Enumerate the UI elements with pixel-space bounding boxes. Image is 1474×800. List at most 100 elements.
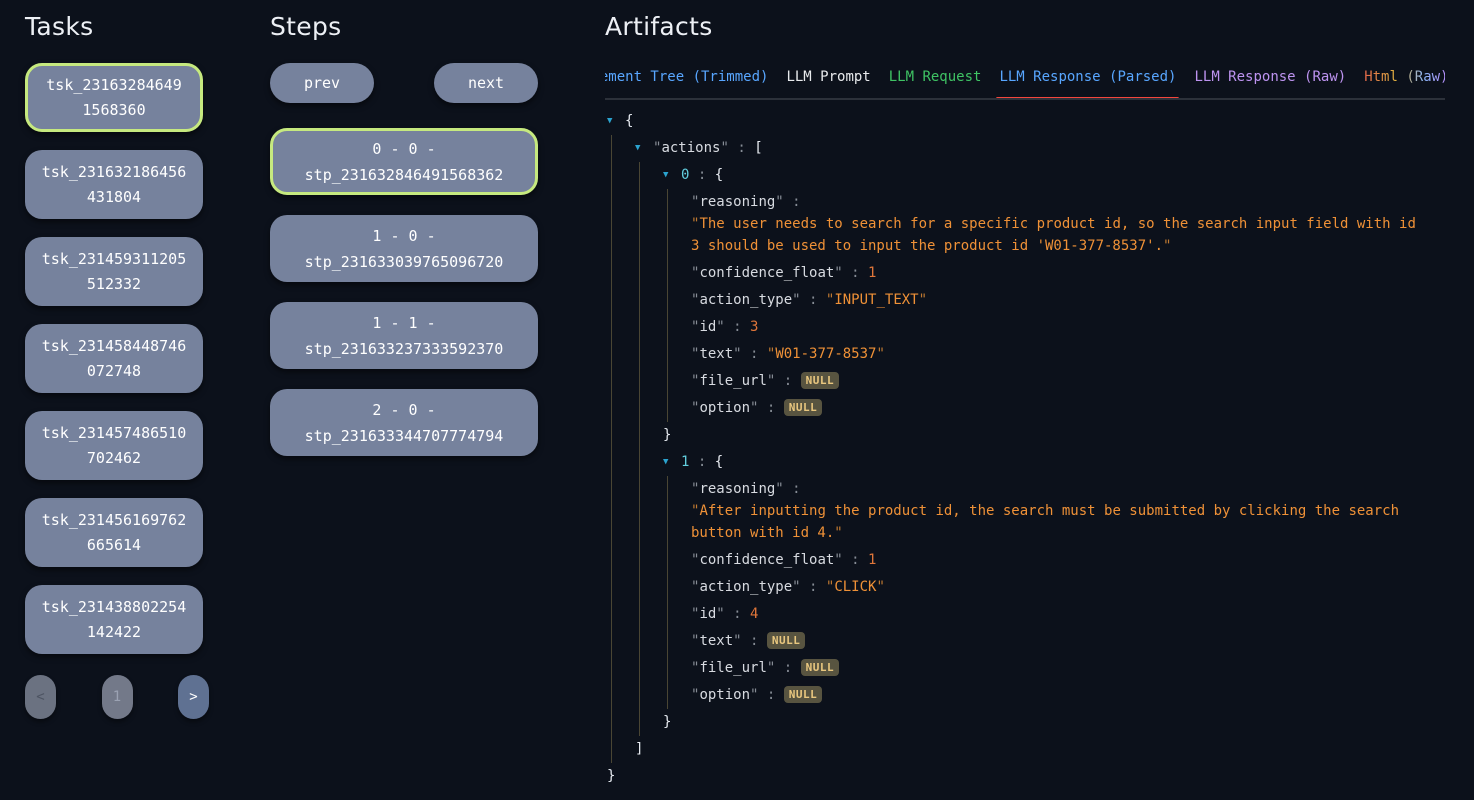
json-row: action_type : CLICK [691,574,1445,601]
json-row: } [607,763,1445,790]
tab-llm-response-raw[interactable]: LLM Response (Raw) [1194,67,1346,87]
json-colon: : [758,400,783,416]
collapse-arrow-icon[interactable]: ▼ [635,135,653,162]
task-button-label: tsk_231632846491568360 [44,73,184,123]
json-colon: : [742,346,767,362]
collapse-arrow-icon[interactable]: ▼ [607,108,625,135]
json-key: actions [653,140,729,156]
json-colon: : [843,552,868,568]
pagination-prev-button[interactable]: < [25,675,56,719]
json-key: text [691,633,742,649]
json-row: option : NULL [691,682,1445,709]
task-button-label: tsk_231438802254142422 [41,595,187,645]
tab-llm-request[interactable]: LLM Request [889,67,982,87]
task-button-label: tsk_231457486510702462 [41,421,187,471]
step-nav: prev next [270,63,538,103]
json-node: ▼1 : {reasoning : After inputting the pr… [663,449,1445,736]
step-button[interactable]: 0 - 0 - stp_231632846491568362 [270,128,538,195]
json-row: ▼1 : { [663,449,1445,476]
tab-llm-prompt[interactable]: LLM Prompt [786,67,870,87]
json-row: ▼actions : [ [635,135,1445,162]
json-colon: : [775,373,800,389]
next-button[interactable]: next [434,63,538,103]
pagination-next-button[interactable]: > [178,675,209,719]
json-colon: : [758,687,783,703]
json-string-value: CLICK [826,579,885,595]
step-button-label: 2 - 0 - stp_231633344707774794 [290,397,518,449]
prev-button[interactable]: prev [270,63,374,103]
json-node: ▼0 : {reasoning : The user needs to sear… [663,162,1445,449]
json-bracket: { [715,167,723,183]
json-colon: : [775,660,800,676]
json-row: } [663,709,1445,736]
json-key: confidence_float [691,265,843,281]
pagination-page-button[interactable]: 1 [102,675,133,719]
json-children: ▼actions : [▼0 : {reasoning : The user n… [611,135,1445,763]
json-colon: : [729,140,754,156]
json-string-block: After inputting the product id, the sear… [691,500,1424,544]
json-string-value: After inputting the product id, the sear… [691,503,1399,541]
tab-html-raw[interactable]: Html (Raw) [1364,67,1445,87]
json-key: action_type [691,292,801,308]
json-node: ▼actions : [▼0 : {reasoning : The user n… [635,135,1445,763]
json-row: confidence_float : 1 [691,260,1445,287]
json-key: file_url [691,660,775,676]
json-row: file_url : NULL [691,368,1445,395]
json-colon: : [725,606,750,622]
json-row: confidence_float : 1 [691,547,1445,574]
artifact-tabbar: Element Tree (Trimmed) LLM Prompt LLM Requ… [605,67,1445,100]
json-colon: : [843,265,868,281]
collapse-arrow-icon[interactable]: ▼ [663,449,681,476]
json-string-block: The user needs to search for a specific … [691,213,1424,257]
steps-title: Steps [270,12,538,41]
json-number-value: 4 [750,606,758,622]
task-button[interactable]: tsk_231456169762665614 [25,498,203,567]
artifact-tabs: Element Tree (Trimmed) LLM Prompt LLM Requ… [605,67,1445,87]
json-row: file_url : NULL [691,655,1445,682]
tasks-title: Tasks [25,12,211,41]
tab-element-tree-trimmed[interactable]: Element Tree (Trimmed) [605,67,768,87]
task-button[interactable]: tsk_231438802254142422 [25,585,203,654]
task-button-label: tsk_231632186456431804 [41,160,187,210]
json-key: action_type [691,579,801,595]
json-tree-viewer: ▼{▼actions : [▼0 : {reasoning : The user… [605,108,1445,790]
artifacts-title: Artifacts [605,12,1445,41]
json-key: id [691,606,725,622]
json-row: id : 3 [691,314,1445,341]
json-key: confidence_float [691,552,843,568]
step-button[interactable]: 1 - 0 - stp_231633039765096720 [270,215,538,282]
json-key: text [691,346,742,362]
task-button[interactable]: tsk_231458448746072748 [25,324,203,393]
json-null-badge: NULL [784,399,823,416]
step-list: 0 - 0 - stp_231632846491568362 1 - 0 - st… [270,128,538,456]
step-button[interactable]: 1 - 1 - stp_231633237333592370 [270,302,538,369]
tab-llm-response-parsed[interactable]: LLM Response (Parsed) [999,67,1176,87]
step-button[interactable]: 2 - 0 - stp_231633344707774794 [270,389,538,456]
artifacts-panel: Artifacts Element Tree (Trimmed) LLM Prom… [605,12,1445,790]
task-button[interactable]: tsk_231457486510702462 [25,411,203,480]
json-string-value: W01-377-8537 [767,346,885,362]
json-row: ▼{ [607,108,1445,135]
task-button-label: tsk_231458448746072748 [41,334,187,384]
steps-panel: Steps prev next 0 - 0 - stp_231632846491… [270,12,538,476]
json-node: ▼{▼actions : [▼0 : {reasoning : The user… [607,108,1445,790]
json-bracket: } [663,714,671,730]
json-key: option [691,687,758,703]
json-colon: : [725,319,750,335]
json-row: reasoning : The user needs to search for… [691,189,1445,257]
json-row: option : NULL [691,395,1445,422]
json-string-value: The user needs to search for a specific … [691,216,1416,254]
json-null-badge: NULL [784,686,823,703]
task-button[interactable]: tsk_231459311205512332 [25,237,203,306]
json-null-badge: NULL [767,632,806,649]
step-button-label: 0 - 0 - stp_231632846491568362 [293,136,515,188]
task-button-label: tsk_231459311205512332 [41,247,187,297]
json-bracket: } [607,768,615,784]
json-row: text : W01-377-8537 [691,341,1445,368]
json-null-badge: NULL [801,372,840,389]
json-row: reasoning : After inputting the product … [691,476,1445,544]
collapse-arrow-icon[interactable]: ▼ [663,162,681,189]
json-bracket: ] [635,741,643,757]
task-button[interactable]: tsk_231632186456431804 [25,150,203,219]
task-button[interactable]: tsk_231632846491568360 [25,63,203,132]
